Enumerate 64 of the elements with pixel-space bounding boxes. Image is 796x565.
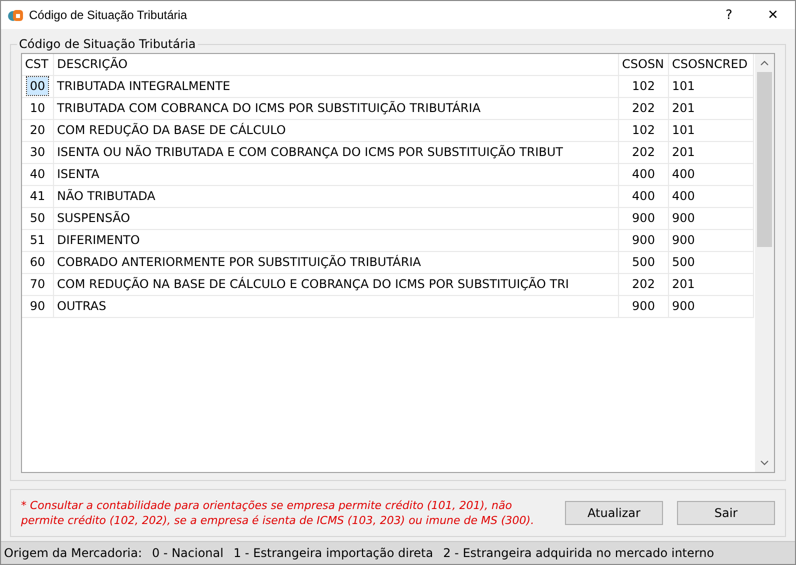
table-cell: 900: [669, 208, 754, 229]
table-cell: COM REDUÇÃO NA BASE DE CÁLCULO E COBRANÇA DO ICMS POR SUBSTITUIÇÃO TRI: [54, 274, 619, 295]
table-cell: TRIBUTADA COM COBRANCA DO ICMS POR SUBSTITUIÇÃO TRIBUTÁRIA: [54, 98, 619, 119]
help-button[interactable]: ?: [707, 1, 751, 29]
table-cell: ISENTA OU NÃO TRIBUTADA E COM COBRANÇA DO ICMS POR SUBSTITUIÇÃO TRIBUT: [54, 142, 619, 163]
table-cell: 500: [619, 252, 669, 273]
column-header[interactable]: DESCRIÇÃO: [54, 54, 619, 75]
table-cell: SUSPENSÃO: [54, 208, 619, 229]
table-cell: COBRADO ANTERIORMENTE POR SUBSTITUIÇÃO TRIBUTÁRIA: [54, 252, 619, 273]
column-header[interactable]: CSOSNCRED: [669, 54, 754, 75]
table-cell: 101: [669, 76, 754, 97]
table-cell: 201: [669, 98, 754, 119]
table-cell[interactable]: 00: [26, 77, 48, 95]
table-cell: OUTRAS: [54, 296, 619, 317]
exit-button[interactable]: Sair: [677, 501, 775, 525]
table-cell[interactable]: 20: [26, 121, 48, 139]
table-cell[interactable]: 70: [26, 275, 48, 293]
status-text: 0 - Nacional: [152, 546, 224, 560]
table-cell: 400: [619, 186, 669, 207]
table-cell[interactable]: 50: [26, 209, 48, 227]
table-cell[interactable]: 51: [26, 231, 48, 249]
scroll-thumb[interactable]: [757, 72, 772, 247]
status-text: 2 - Estrangeira adquirida no mercado interno: [443, 546, 714, 560]
table-cell: 400: [669, 186, 754, 207]
table-cell[interactable]: 30: [26, 143, 48, 161]
table-cell: 400: [669, 164, 754, 185]
table-cell: ISENTA: [54, 164, 619, 185]
table-cell: 201: [669, 142, 754, 163]
scroll-up-icon[interactable]: [760, 60, 769, 66]
table-cell: 101: [669, 120, 754, 141]
credit-note: * Consultar a contabilidade para orientações se empresa permite crédito (101, 201), não permite crédito (102, 202), se a empresa é isenta de ICMS (103, 203) ou imune de MS (300).: [21, 498, 536, 528]
table-cell: 202: [619, 142, 669, 163]
close-button[interactable]: ✕: [751, 1, 795, 29]
table-cell: DIFERIMENTO: [54, 230, 619, 251]
table-cell: 900: [669, 230, 754, 251]
table-cell: 900: [619, 296, 669, 317]
column-header[interactable]: CST: [22, 54, 54, 75]
table-cell[interactable]: 40: [26, 165, 48, 183]
table-cell[interactable]: 10: [26, 99, 48, 117]
scrollbar[interactable]: [755, 54, 774, 472]
table-cell: 900: [619, 230, 669, 251]
table-cell: 202: [619, 274, 669, 295]
table-cell: 202: [619, 98, 669, 119]
table-cell: 500: [669, 252, 754, 273]
status-label: Origem da Mercadoria:: [4, 546, 142, 560]
table-cell: COM REDUÇÃO DA BASE DE CÁLCULO: [54, 120, 619, 141]
update-button[interactable]: Atualizar: [565, 501, 663, 525]
window-title: Código de Situação Tributária: [29, 8, 188, 22]
table-cell[interactable]: 60: [26, 253, 48, 271]
table-cell: 201: [669, 274, 754, 295]
table-cell[interactable]: 41: [26, 187, 48, 205]
table-cell: 102: [619, 76, 669, 97]
group-title: Código de Situação Tributária: [18, 37, 197, 51]
column-header[interactable]: CSOSN: [619, 54, 669, 75]
app-logo-icon: [7, 7, 23, 23]
table-cell[interactable]: 90: [26, 297, 48, 315]
table-cell: TRIBUTADA INTEGRALMENTE: [54, 76, 619, 97]
table-cell: 400: [619, 164, 669, 185]
table-cell: NÃO TRIBUTADA: [54, 186, 619, 207]
table-cell: 900: [619, 208, 669, 229]
scroll-down-icon[interactable]: [760, 460, 769, 466]
table-cell: 102: [619, 120, 669, 141]
table-cell: 900: [669, 296, 754, 317]
status-text: 1 - Estrangeira importação direta: [233, 546, 434, 560]
